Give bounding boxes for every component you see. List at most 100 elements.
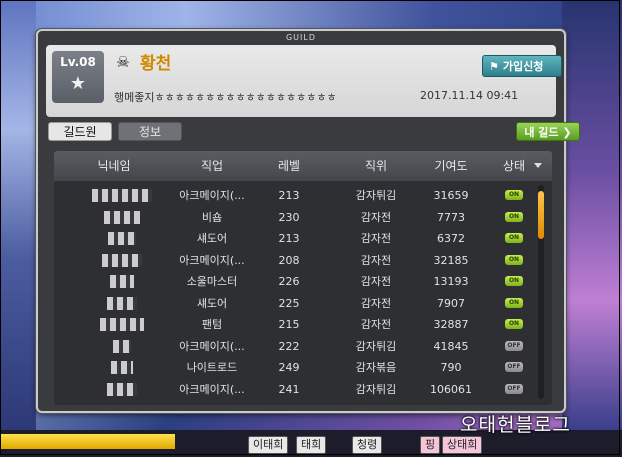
table-row[interactable]: 비숍 230 감자전 7773 ON (54, 207, 534, 228)
cell-rank: 감자전 (360, 253, 392, 267)
table-row[interactable]: 소울마스터 226 감자전 13193 ON (54, 271, 534, 292)
status-badge: ON (505, 190, 523, 200)
status-badge: ON (505, 233, 523, 243)
cell-contribution: 6372 (437, 232, 465, 245)
join-request-label: 가입신청 (502, 60, 544, 73)
header-nickname[interactable]: 닉네임 (64, 151, 164, 181)
guild-date: 2017.11.14 09:41 (420, 89, 519, 102)
hud-chip-4[interactable]: 핑 (420, 436, 441, 454)
cell-rank: 감자튀김 (355, 189, 397, 202)
cell-level: 226 (278, 275, 300, 288)
chevron-right-icon: ❯ (562, 126, 572, 139)
game-background-right (562, 0, 622, 430)
cell-level: 230 (278, 210, 300, 224)
hud-chip-5[interactable]: 상태희 (442, 436, 483, 454)
cell-job: 팬텀 (201, 318, 223, 331)
cell-job: 섀도어 (196, 296, 228, 310)
guild-notice: 행메좋지ㅎㅎㅎㅎㅎㅎㅎㅎㅎㅎㅎㅎㅎㅎㅎㅎㅎㅎ (114, 91, 337, 104)
nickname-blurred (102, 253, 142, 267)
cell-rank: 감자튀김 (355, 339, 397, 353)
nickname-blurred (92, 189, 152, 202)
my-guild-label: 내 길드 (524, 126, 559, 139)
status-badge: OFF (505, 340, 523, 351)
cell-level: 222 (278, 339, 300, 353)
cell-job: 소울마스터 (186, 275, 238, 288)
cell-level: 225 (278, 296, 300, 310)
guild-level: Lv.08 (60, 55, 96, 69)
table-row[interactable]: 아크메이지(... 213 감자튀김 31659 ON (54, 185, 534, 206)
game-background-top (0, 0, 622, 30)
my-guild-button[interactable]: 내 길드 ❯ (516, 122, 580, 141)
table-row[interactable]: 아크메이지(... 208 감자전 32185 ON (54, 250, 534, 271)
table-row[interactable]: 아크메이지(... 222 감자튀김 41845 OFF (54, 336, 534, 357)
cell-rank: 감자전 (360, 232, 392, 245)
nickname-blurred (113, 339, 131, 353)
exp-bar (0, 433, 175, 449)
watermark: 오태헌블로그 (460, 414, 571, 436)
cell-contribution: 13193 (433, 275, 469, 288)
cell-rank: 감자튀김 (355, 382, 397, 396)
nickname-blurred (108, 232, 136, 245)
flag-icon: ⚑ (489, 60, 499, 73)
header-job[interactable]: 직업 (172, 151, 252, 181)
status-badge: OFF (505, 383, 523, 394)
cell-level: 249 (278, 361, 300, 374)
hud-chip-2[interactable]: 태희 (296, 436, 327, 454)
cell-contribution: 7773 (437, 210, 465, 224)
hud-chip-3[interactable]: 청령 (352, 436, 383, 454)
tab-members[interactable]: 길드원 (48, 122, 112, 141)
cell-job: 아크메이지(... (179, 339, 245, 353)
member-table: 닉네임 직업 레벨 직위 기여도 상태 아크메이지(... 213 감자튀김 3165… (54, 151, 552, 405)
star-icon: ★ (69, 73, 87, 94)
table-row[interactable]: 아크메이지(... 241 감자튀김 106061 OFF (54, 379, 534, 400)
cell-level: 241 (278, 382, 300, 396)
status-badge: OFF (505, 362, 523, 372)
guild-name: 황천 (140, 54, 172, 74)
header-rank[interactable]: 직위 (336, 151, 416, 181)
cell-rank: 감자전 (360, 296, 392, 310)
cell-job: 아크메이지(... (179, 253, 245, 267)
cell-level: 213 (278, 232, 300, 245)
tab-info[interactable]: 정보 (118, 122, 182, 141)
table-row[interactable]: 섀도어 225 감자전 7907 ON (54, 293, 534, 314)
table-row[interactable]: 나이트로드 249 감자볶음 790 OFF (54, 357, 534, 378)
cell-job: 비숍 (201, 210, 223, 224)
cell-contribution: 7907 (437, 296, 465, 310)
cell-contribution: 106061 (430, 382, 472, 396)
cell-rank: 감자전 (360, 210, 392, 224)
table-header: 닉네임 직업 레벨 직위 기여도 상태 (54, 151, 552, 181)
cell-contribution: 32185 (433, 253, 469, 267)
cell-level: 213 (278, 189, 300, 202)
status-badge: ON (505, 211, 523, 222)
cell-level: 208 (278, 253, 300, 267)
table-row[interactable]: 팬텀 215 감자전 32887 ON (54, 314, 534, 335)
sort-down-icon[interactable] (534, 163, 542, 168)
table-row[interactable]: 섀도어 213 감자전 6372 ON (54, 228, 534, 249)
nickname-blurred (100, 318, 144, 331)
header-contribution[interactable]: 기여도 (416, 151, 486, 181)
header-status[interactable]: 상태 (489, 151, 539, 181)
game-background-left (0, 0, 36, 430)
guild-info-panel: Lv.08 ★ ☠ 황천 행메좋지ㅎㅎㅎㅎㅎㅎㅎㅎㅎㅎㅎㅎㅎㅎㅎㅎㅎㅎ 2017… (46, 45, 562, 117)
scrollbar-thumb[interactable] (538, 191, 544, 239)
status-badge: ON (505, 276, 523, 286)
cell-contribution: 31659 (433, 189, 469, 202)
status-badge: ON (505, 297, 523, 308)
join-request-button[interactable]: ⚑ 가입신청 (482, 55, 562, 77)
cell-rank: 감자전 (360, 318, 392, 331)
cell-job: 아크메이지(... (179, 382, 245, 396)
cell-job: 아크메이지(... (179, 189, 245, 202)
hud-chip-1[interactable]: 이태희 (248, 436, 289, 454)
cell-job: 섀도어 (196, 232, 228, 245)
nickname-blurred (110, 275, 134, 288)
header-level[interactable]: 레벨 (259, 151, 319, 181)
nickname-blurred (111, 361, 133, 374)
cell-rank: 감자볶음 (355, 361, 397, 374)
window-title: GUILD (285, 33, 317, 42)
nickname-blurred (107, 382, 137, 396)
skull-emblem-icon: ☠ (116, 53, 130, 71)
cell-job: 나이트로드 (186, 361, 238, 374)
status-badge: ON (505, 319, 523, 329)
nickname-blurred (107, 296, 137, 310)
cell-contribution: 41845 (433, 339, 469, 353)
